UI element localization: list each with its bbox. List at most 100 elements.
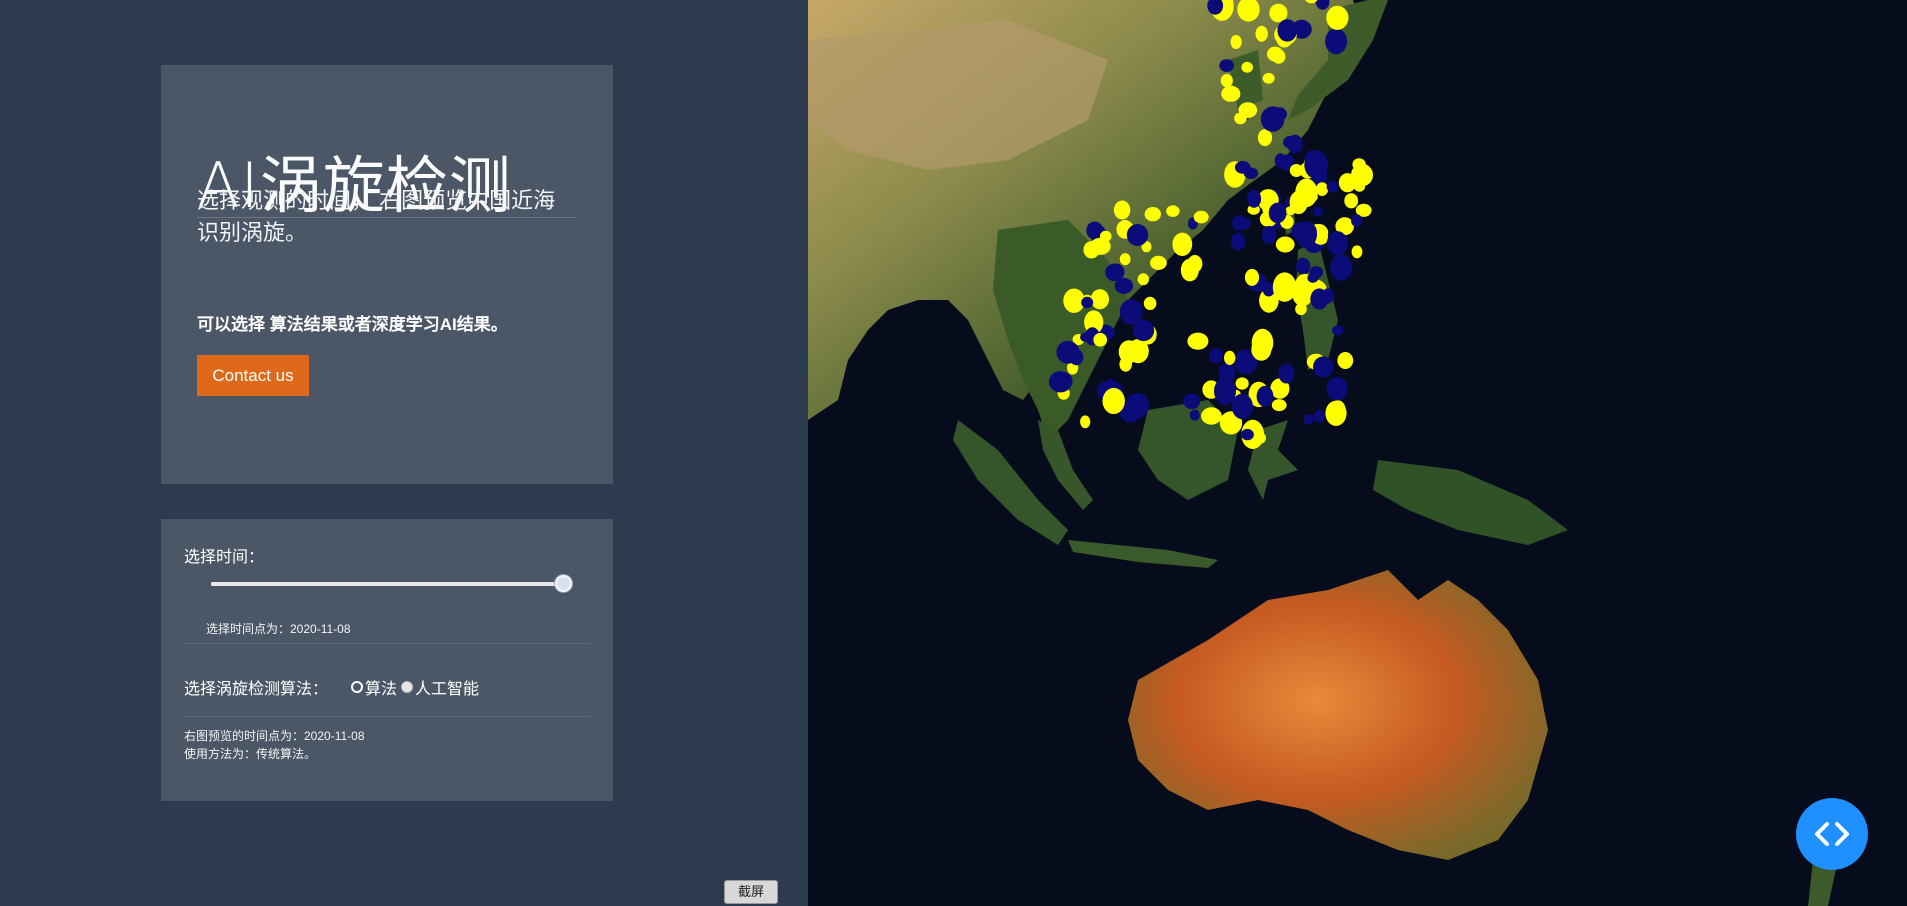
eddy-marker	[1234, 112, 1247, 125]
eddy-marker	[1326, 5, 1349, 30]
eddy-marker	[1126, 224, 1149, 246]
eddy-marker	[1119, 253, 1131, 266]
eddy-marker	[1063, 288, 1085, 313]
eddy-marker	[1246, 189, 1262, 208]
eddy-marker	[1093, 332, 1107, 347]
eddy-marker	[1325, 28, 1348, 55]
eddy-marker	[1220, 74, 1233, 88]
code-icon	[1815, 822, 1849, 846]
slider-track-fill	[211, 582, 563, 586]
eddy-marker	[1083, 241, 1100, 259]
eddy-marker	[1150, 255, 1167, 270]
divider	[184, 716, 590, 717]
eddy-marker	[1277, 19, 1298, 42]
eddy-marker	[1221, 85, 1241, 102]
eddy-marker	[1337, 352, 1354, 369]
eddy-marker	[1278, 363, 1295, 384]
eddy-marker	[1060, 373, 1073, 389]
eddy-marker	[1172, 232, 1193, 256]
time-select-label: 选择时间：	[184, 549, 265, 566]
time-slider[interactable]	[211, 575, 572, 592]
eddy-marker	[1243, 167, 1259, 180]
eddy-marker	[1326, 377, 1348, 401]
eddy-marker	[1307, 273, 1319, 283]
selected-time-text: 选择时间点为：2020-11-08	[206, 622, 351, 636]
hero-panel: AI涡旋检测 选择观测的时间， 右图预览中国近海识别涡旋。 可以选择 算法结果或…	[161, 65, 613, 484]
eddy-marker	[1332, 325, 1344, 336]
eddy-marker	[1268, 202, 1287, 224]
eddy-marker	[1224, 350, 1236, 365]
eddy-marker	[1351, 245, 1363, 259]
eddy-marker	[1351, 214, 1363, 227]
eddy-marker	[1189, 409, 1200, 421]
eddy-marker	[1344, 193, 1359, 209]
eddy-marker	[1187, 254, 1203, 273]
eddy-marker	[1262, 72, 1275, 84]
eddy-marker	[1133, 319, 1155, 342]
eddy-marker	[1251, 338, 1272, 361]
contact-us-button[interactable]: Contact us	[197, 355, 309, 396]
divider	[184, 643, 590, 644]
eddy-marker	[1214, 377, 1236, 406]
radio-ai-label[interactable]: 人工智能	[415, 675, 479, 699]
eddy-marker	[1193, 210, 1209, 224]
eddy-marker	[1271, 399, 1287, 412]
eddy-marker	[1166, 205, 1180, 217]
eddy-marker	[1289, 164, 1303, 177]
eddy-marker	[1240, 428, 1254, 441]
slider-thumb[interactable]	[555, 575, 572, 592]
eddy-marker	[1230, 232, 1246, 251]
left-pane: AI涡旋检测 选择观测的时间， 右图预览中国近海识别涡旋。 可以选择 算法结果或…	[0, 0, 808, 906]
eddy-marker	[1230, 35, 1242, 49]
eddy-marker	[1125, 392, 1149, 419]
eddy-marker	[1143, 296, 1157, 310]
eddy-marker	[1102, 387, 1125, 415]
eddy-marker	[1201, 409, 1218, 424]
eddy-marker	[1316, 182, 1329, 197]
eddy-marker	[1352, 158, 1366, 171]
eddy-marker	[1296, 257, 1311, 275]
eddy-marker	[1137, 273, 1149, 286]
screenshot-button[interactable]: 截屏	[724, 880, 778, 904]
radio-ai[interactable]	[401, 681, 414, 693]
algorithm-label: 选择涡旋检测算法：	[184, 681, 329, 698]
hero-lead-text: 选择观测的时间， 右图预览中国近海识别涡旋。	[197, 188, 556, 245]
eddy-marker	[1081, 296, 1094, 309]
eddy-marker	[1267, 46, 1284, 62]
eddy-marker	[1241, 61, 1253, 73]
eddy-marker	[1080, 415, 1091, 429]
eddy-marker	[1256, 385, 1274, 407]
eddy-marker	[1144, 207, 1161, 222]
eddy-marker	[1303, 414, 1314, 425]
eddy-marker	[1295, 221, 1317, 248]
eddy-marker	[1310, 288, 1329, 310]
radio-algorithm[interactable]	[351, 681, 363, 693]
eddy-marker	[1274, 153, 1287, 168]
preview-method-text: 使用方法为：传统算法。	[184, 747, 317, 761]
eddy-marker	[1105, 263, 1125, 282]
hero-sub-text: 可以选择 算法结果或者深度学习AI结果。	[197, 315, 508, 334]
eddy-marker	[1208, 348, 1224, 364]
eddy-marker	[1291, 278, 1314, 307]
eddy-marker	[1304, 150, 1328, 179]
eddy-marker	[1275, 236, 1295, 253]
eddy-marker	[1269, 3, 1288, 23]
eddy-marker	[1326, 231, 1348, 256]
radio-algorithm-label[interactable]: 算法	[365, 675, 397, 699]
eddy-marker	[1187, 332, 1209, 350]
code-toggle-button[interactable]	[1796, 798, 1868, 870]
eddy-marker	[1231, 215, 1247, 231]
eddy-marker	[1325, 400, 1347, 426]
eddy-marker	[1285, 206, 1296, 216]
eddy-marker	[1244, 268, 1260, 286]
eddy-marker	[1255, 25, 1268, 42]
eddy-marker	[1257, 129, 1273, 147]
eddy-marker	[1313, 410, 1326, 423]
preview-time-text: 右图预览的时间点为：2020-11-08	[184, 729, 365, 743]
eddy-map[interactable]	[808, 0, 1907, 906]
eddy-marker	[1313, 356, 1334, 378]
eddy-marker	[1326, 180, 1339, 193]
eddy-marker	[1056, 340, 1080, 364]
eddy-marker	[1090, 289, 1109, 310]
eddy-marker	[1231, 393, 1253, 420]
